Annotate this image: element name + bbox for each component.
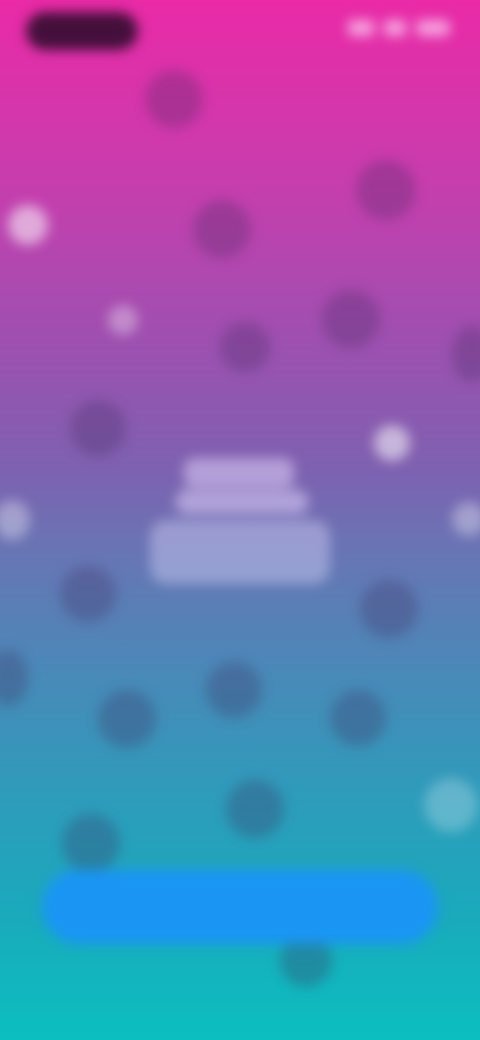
decorative-icon — [62, 814, 120, 872]
decorative-icon — [356, 160, 416, 220]
decorative-icon — [360, 580, 418, 638]
status-time-pill — [26, 12, 138, 50]
signal-icon — [348, 20, 374, 36]
continue-button[interactable] — [42, 870, 438, 944]
decorative-icon — [8, 205, 48, 245]
decorative-icon — [374, 425, 410, 461]
battery-icon — [416, 20, 450, 36]
decorative-icon — [452, 502, 480, 536]
center-text-block — [140, 450, 340, 590]
decorative-icon — [206, 662, 262, 718]
page-title — [184, 458, 294, 488]
onboarding-screen — [0, 0, 480, 1040]
status-icons — [348, 20, 450, 36]
decorative-icon — [98, 690, 156, 748]
page-body-text — [150, 520, 330, 584]
wifi-icon — [384, 20, 406, 36]
decorative-icon — [145, 70, 203, 128]
decorative-icon — [226, 780, 284, 838]
blurred-content — [0, 0, 480, 1040]
page-subtitle — [176, 490, 308, 514]
decorative-icon — [452, 326, 480, 382]
decorative-icon — [70, 400, 126, 456]
decorative-icon — [322, 290, 380, 348]
decorative-icon — [108, 305, 138, 335]
decorative-icon — [193, 200, 251, 258]
decorative-icon — [60, 566, 116, 622]
decorative-icon — [220, 322, 270, 372]
decorative-icon — [0, 500, 30, 540]
decorative-icon — [330, 690, 386, 746]
decorative-icon — [424, 778, 478, 832]
decorative-icon — [0, 650, 28, 706]
